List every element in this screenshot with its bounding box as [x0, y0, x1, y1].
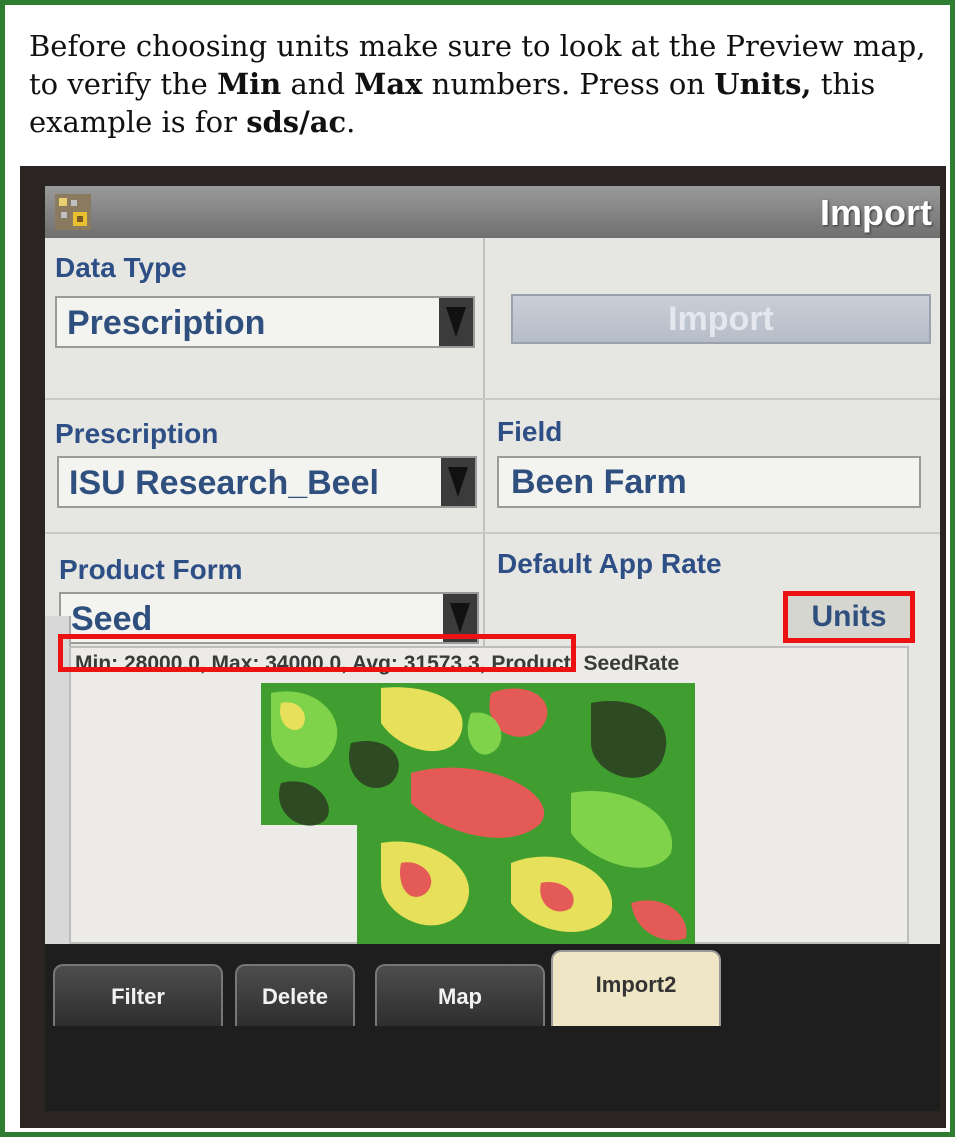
- prescription-label: Prescription: [55, 418, 219, 449]
- instruction-units: Units,: [714, 67, 812, 101]
- prescription-map: [261, 683, 695, 945]
- title-bar: Import: [45, 186, 940, 238]
- instruction-text: Before choosing units make sure to look …: [29, 27, 944, 141]
- row-divider: [45, 532, 940, 534]
- display-screen: Import Data Type Prescription Import Pre…: [45, 186, 940, 1111]
- data-type-label: Data Type: [55, 252, 187, 283]
- field-value: Been Farm: [511, 463, 687, 501]
- row-divider: [45, 398, 940, 400]
- stats-highlight-box: [58, 634, 576, 672]
- dropdown-arrow-icon: [439, 298, 473, 346]
- import-app-icon: [55, 194, 91, 230]
- instruction-sdsac: sds/ac: [246, 105, 347, 139]
- instruction-max: Max: [354, 67, 423, 101]
- tab-delete[interactable]: Delete: [235, 964, 355, 1026]
- instruction-part: and: [281, 67, 355, 101]
- instruction-part: .: [346, 105, 356, 139]
- prescription-value: ISU Research_Beel: [69, 464, 379, 502]
- field-input[interactable]: Been Farm: [497, 456, 921, 508]
- bottom-tab-bar: Filter Delete Map Import2: [45, 944, 940, 1111]
- instruction-part: numbers. Press on: [422, 67, 715, 101]
- dropdown-arrow-icon: [441, 458, 475, 506]
- tab-filter[interactable]: Filter: [53, 964, 223, 1026]
- instruction-min: Min: [217, 67, 282, 101]
- import-button[interactable]: Import: [511, 294, 931, 344]
- units-button[interactable]: Units: [783, 591, 915, 643]
- screen-photo: Import Data Type Prescription Import Pre…: [20, 166, 946, 1128]
- tab-import2[interactable]: Import2: [551, 950, 721, 1026]
- data-type-dropdown[interactable]: Prescription: [55, 296, 475, 348]
- product-form-label: Product Form: [59, 554, 243, 585]
- prescription-dropdown[interactable]: ISU Research_Beel: [57, 456, 477, 508]
- default-app-rate-label: Default App Rate: [497, 548, 722, 579]
- tab-map[interactable]: Map: [375, 964, 545, 1026]
- window-title: Import: [820, 192, 932, 233]
- data-type-value: Prescription: [67, 304, 266, 342]
- field-label: Field: [497, 416, 563, 447]
